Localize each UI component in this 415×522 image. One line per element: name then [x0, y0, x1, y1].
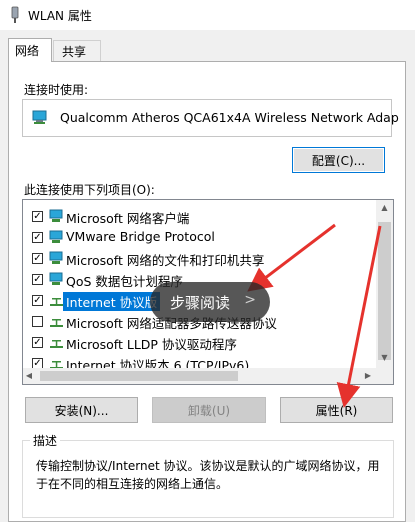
network-protocol-icon: [50, 319, 63, 327]
step-reading-overlay[interactable]: 步骤阅读 >: [150, 282, 270, 322]
adapter-name: Qualcomm Atheros QCA61x4A Wireless Netwo…: [60, 110, 399, 125]
items-label: 此连接使用下列项目(O):: [24, 183, 155, 197]
uninstall-button[interactable]: 卸载(U): [152, 397, 266, 423]
list-item[interactable]: ✓ VMware Bridge Protocol: [29, 227, 369, 247]
install-button[interactable]: 安装(N)...: [25, 397, 138, 423]
checkbox[interactable]: ✓: [32, 253, 43, 264]
network-protocol-icon: [50, 298, 63, 306]
network-service-icon: [49, 251, 63, 264]
network-protocol-icon: [50, 340, 63, 348]
tab-network-label: 网络: [15, 44, 40, 58]
checkbox[interactable]: ✓: [32, 211, 43, 222]
network-protocol-icon: [49, 230, 63, 243]
description-label: 描述: [30, 432, 61, 449]
list-item[interactable]: ✓ Microsoft 网络客户端: [29, 206, 369, 226]
horizontal-scroll-thumb[interactable]: [40, 371, 238, 381]
item-label: Microsoft 网络的文件和打印机共享: [66, 253, 265, 268]
configure-button[interactable]: 配置(C)...: [292, 147, 385, 173]
scroll-right-icon[interactable]: ▶: [362, 371, 374, 380]
wifi-adapter-icon: [11, 6, 19, 23]
network-client-icon: [49, 209, 63, 222]
checkbox[interactable]: ✓: [32, 295, 43, 306]
connect-using-label: 连接时使用:: [24, 83, 89, 97]
list-item[interactable]: ✓ Microsoft LLDP 协议驱动程序: [29, 332, 369, 352]
checkbox[interactable]: [32, 316, 43, 327]
scroll-down-icon[interactable]: ▼: [376, 353, 393, 362]
item-label: Microsoft 网络客户端: [66, 211, 190, 226]
description-text: 传输控制协议/Internet 协议。该协议是默认的广域网络协议，用于在不同的相…: [36, 459, 380, 491]
list-item[interactable]: ✓ Microsoft 网络的文件和打印机共享: [29, 248, 369, 268]
network-service-icon: [49, 272, 63, 285]
chevron-right-icon: >: [244, 292, 256, 308]
checkbox[interactable]: ✓: [32, 337, 43, 348]
tab-sharing-label: 共享: [62, 45, 87, 59]
checkbox[interactable]: ✓: [32, 232, 43, 243]
network-adapter-icon: [32, 110, 47, 124]
item-label: VMware Bridge Protocol: [66, 229, 215, 244]
checkbox[interactable]: ✓: [32, 274, 43, 285]
item-label: Internet 协议版: [63, 292, 161, 311]
scroll-up-icon[interactable]: ▲: [376, 203, 393, 212]
properties-button[interactable]: 属性(R): [280, 397, 393, 423]
window-title: WLAN 属性: [28, 9, 92, 23]
tab-network[interactable]: 网络: [8, 38, 52, 62]
vertical-scroll-thumb[interactable]: [378, 222, 391, 360]
item-label: Microsoft LLDP 协议驱动程序: [66, 337, 237, 352]
scroll-left-icon[interactable]: ◀: [23, 371, 35, 380]
overlay-label: 步骤阅读: [170, 294, 231, 312]
tab-sharing[interactable]: 共享: [53, 40, 101, 62]
